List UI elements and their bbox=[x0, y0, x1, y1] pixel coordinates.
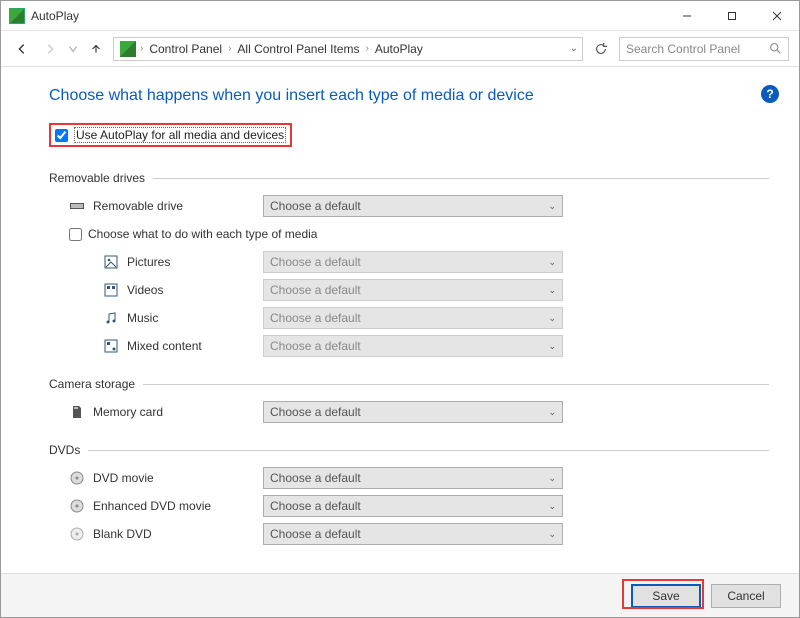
maximize-button[interactable] bbox=[709, 1, 754, 31]
dropdown-blank-dvd[interactable]: Choose a default⌄ bbox=[263, 523, 563, 545]
recent-dropdown-icon[interactable] bbox=[67, 38, 79, 60]
videos-icon bbox=[103, 282, 119, 298]
chevron-down-icon: ⌄ bbox=[548, 501, 556, 512]
row-videos: Videos Choose a default⌄ bbox=[49, 279, 769, 301]
row-label: Videos bbox=[127, 283, 263, 297]
row-pictures: Pictures Choose a default⌄ bbox=[49, 251, 769, 273]
chevron-down-icon: ⌄ bbox=[548, 285, 556, 296]
pictures-icon bbox=[103, 254, 119, 270]
breadcrumb-item[interactable]: Control Panel bbox=[145, 42, 226, 56]
control-panel-icon bbox=[120, 41, 136, 57]
chevron-down-icon: ⌄ bbox=[548, 529, 556, 540]
section-camera-storage: Camera storage Memory card Choose a defa… bbox=[49, 377, 769, 423]
memory-card-icon bbox=[69, 404, 85, 420]
chevron-right-icon: › bbox=[365, 43, 368, 54]
row-blank-dvd: Blank DVD Choose a default⌄ bbox=[49, 523, 769, 545]
content-area: ? Choose what happens when you insert ea… bbox=[1, 67, 799, 573]
chevron-down-icon: ⌄ bbox=[548, 257, 556, 268]
disc-icon bbox=[69, 526, 85, 542]
dropdown-videos[interactable]: Choose a default⌄ bbox=[263, 279, 563, 301]
cancel-button[interactable]: Cancel bbox=[711, 584, 781, 608]
up-button[interactable] bbox=[85, 38, 107, 60]
forward-button[interactable] bbox=[39, 38, 61, 60]
row-label: Memory card bbox=[93, 405, 263, 419]
chevron-right-icon: › bbox=[140, 43, 143, 54]
row-label: Mixed content bbox=[127, 339, 263, 353]
navigation-bar: › Control Panel › All Control Panel Item… bbox=[1, 31, 799, 67]
dropdown-pictures[interactable]: Choose a default⌄ bbox=[263, 251, 563, 273]
chevron-down-icon: ⌄ bbox=[548, 313, 556, 324]
row-music: Music Choose a default⌄ bbox=[49, 307, 769, 329]
minimize-button[interactable] bbox=[664, 1, 709, 31]
row-dvd-movie: DVD movie Choose a default⌄ bbox=[49, 467, 769, 489]
search-placeholder: Search Control Panel bbox=[626, 42, 769, 56]
row-label: Removable drive bbox=[93, 199, 263, 213]
chevron-down-icon: ⌄ bbox=[548, 341, 556, 352]
master-checkbox[interactable] bbox=[55, 129, 68, 142]
dropdown-dvd-movie[interactable]: Choose a default⌄ bbox=[263, 467, 563, 489]
sub-checkbox-label[interactable]: Choose what to do with each type of medi… bbox=[88, 227, 317, 241]
title-bar: AutoPlay bbox=[1, 1, 799, 31]
row-memory-card: Memory card Choose a default⌄ bbox=[49, 401, 769, 423]
row-label: DVD movie bbox=[93, 471, 263, 485]
disc-icon bbox=[69, 470, 85, 486]
disc-icon bbox=[69, 498, 85, 514]
music-icon bbox=[103, 310, 119, 326]
chevron-down-icon: ⌄ bbox=[548, 473, 556, 484]
sub-checkbox-row: Choose what to do with each type of medi… bbox=[49, 227, 769, 241]
row-label: Blank DVD bbox=[93, 527, 263, 541]
window-title: AutoPlay bbox=[31, 9, 79, 23]
search-input[interactable]: Search Control Panel bbox=[619, 37, 789, 61]
section-removable-drives: Removable drives Removable drive Choose … bbox=[49, 171, 769, 357]
sub-checkbox[interactable] bbox=[69, 228, 82, 241]
row-label: Enhanced DVD movie bbox=[93, 499, 263, 513]
master-checkbox-label[interactable]: Use AutoPlay for all media and devices bbox=[74, 127, 286, 143]
dropdown-mixed[interactable]: Choose a default⌄ bbox=[263, 335, 563, 357]
row-label: Music bbox=[127, 311, 263, 325]
refresh-button[interactable] bbox=[589, 37, 613, 61]
save-button[interactable]: Save bbox=[631, 584, 701, 608]
master-checkbox-row: Use AutoPlay for all media and devices bbox=[49, 123, 292, 147]
mixed-content-icon bbox=[103, 338, 119, 354]
section-dvds: DVDs DVD movie Choose a default⌄ Enhance… bbox=[49, 443, 769, 545]
app-icon bbox=[9, 8, 25, 24]
window-controls bbox=[664, 1, 799, 31]
row-label: Pictures bbox=[127, 255, 263, 269]
footer-bar: Save Cancel bbox=[1, 573, 799, 617]
close-button[interactable] bbox=[754, 1, 799, 31]
row-removable-drive: Removable drive Choose a default⌄ bbox=[49, 195, 769, 217]
row-mixed: Mixed content Choose a default⌄ bbox=[49, 335, 769, 357]
removable-drive-icon bbox=[69, 198, 85, 214]
page-title: Choose what happens when you insert each… bbox=[49, 87, 769, 105]
breadcrumb-dropdown-icon[interactable]: ⌄ bbox=[570, 43, 578, 54]
breadcrumb-item[interactable]: All Control Panel Items bbox=[233, 42, 363, 56]
dropdown-enhanced-dvd[interactable]: Choose a default⌄ bbox=[263, 495, 563, 517]
chevron-down-icon: ⌄ bbox=[548, 201, 556, 212]
chevron-down-icon: ⌄ bbox=[548, 407, 556, 418]
section-heading: Camera storage bbox=[49, 377, 135, 391]
dropdown-music[interactable]: Choose a default⌄ bbox=[263, 307, 563, 329]
breadcrumb-item[interactable]: AutoPlay bbox=[371, 42, 427, 56]
chevron-right-icon: › bbox=[228, 43, 231, 54]
section-heading: DVDs bbox=[49, 443, 80, 457]
section-heading: Removable drives bbox=[49, 171, 145, 185]
help-icon[interactable]: ? bbox=[761, 85, 779, 103]
dropdown-memory-card[interactable]: Choose a default⌄ bbox=[263, 401, 563, 423]
breadcrumb[interactable]: › Control Panel › All Control Panel Item… bbox=[113, 37, 583, 61]
row-enhanced-dvd: Enhanced DVD movie Choose a default⌄ bbox=[49, 495, 769, 517]
search-icon bbox=[769, 42, 782, 55]
back-button[interactable] bbox=[11, 38, 33, 60]
dropdown-removable-drive[interactable]: Choose a default⌄ bbox=[263, 195, 563, 217]
